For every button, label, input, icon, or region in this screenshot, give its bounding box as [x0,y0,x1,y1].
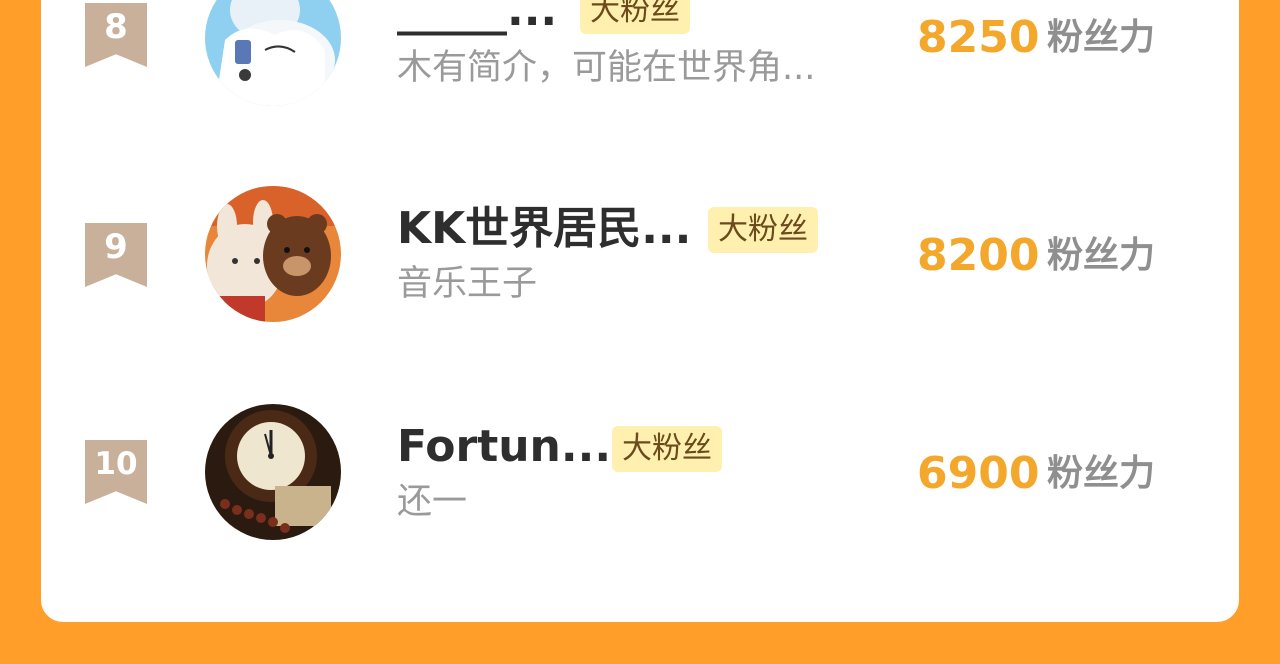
ranking-row[interactable]: 10 Fortun... 大粉丝 还一 6900 粉丝力 [0,404,1280,544]
fan-score-label: 粉丝力 [1047,453,1156,494]
user-bio: 木有简介，可能在世界角... [397,48,816,88]
avatar-image-anime-character [205,0,341,106]
fan-score: 8200 [917,230,1040,281]
rank-ribbon: 8 [85,3,147,67]
avatar[interactable] [205,186,341,322]
ranking-row[interactable]: 8 _____... 大粉丝 木有简介，可能在世界角... 8250 粉丝力 [0,0,1280,110]
rank-ribbon: 10 [85,440,147,504]
avatar-image-plush-toys [205,186,341,322]
rank-ribbon: 9 [85,223,147,287]
fan-score-label: 粉丝力 [1047,17,1156,58]
ranking-row[interactable]: 9 KK世界居民... 大粉丝 音乐王子 8200 粉丝力 [0,186,1280,326]
fan-badge: 大粉丝 [612,426,722,472]
fan-badge: 大粉丝 [580,0,690,34]
avatar-image-clock [205,404,341,540]
fan-badge: 大粉丝 [708,207,818,253]
fan-score: 6900 [917,448,1040,499]
user-bio: 音乐王子 [397,264,538,304]
fan-score-label: 粉丝力 [1047,235,1156,276]
user-bio: 还一 [397,482,468,522]
user-name[interactable]: _____... [397,0,557,37]
fan-score: 8250 [917,12,1040,63]
user-name[interactable]: KK世界居民... [397,203,691,255]
user-name[interactable]: Fortun... [397,421,611,473]
avatar[interactable] [205,404,341,540]
avatar[interactable] [205,0,341,106]
